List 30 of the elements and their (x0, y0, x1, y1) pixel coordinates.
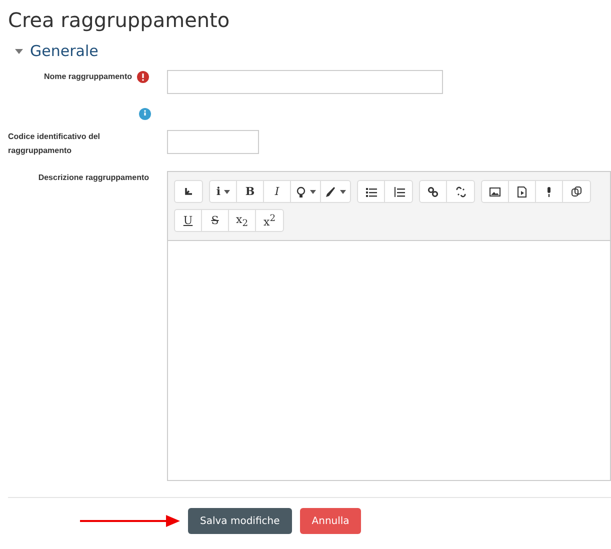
format-button[interactable]: B (237, 181, 264, 202)
copy-icon (570, 186, 582, 198)
format-button[interactable]: I (264, 181, 291, 202)
action-button[interactable]: Salva modifiche (188, 508, 292, 534)
link-icon (427, 186, 439, 198)
required-icon[interactable] (137, 70, 149, 83)
image-icon (489, 186, 501, 198)
format-button[interactable]: x$_{2}$ (229, 210, 256, 232)
input-field[interactable] (167, 130, 259, 154)
arrow-icon (80, 515, 180, 528)
format-button[interactable]: S (202, 210, 229, 232)
media-file-icon (516, 186, 528, 198)
format-button[interactable]: U (175, 210, 202, 232)
page-title: Crea raggruppamento (8, 8, 231, 32)
field-label: Descrizione raggruppamento (38, 172, 149, 184)
lightbulb-icon (295, 186, 307, 198)
brush-icon (325, 186, 337, 198)
text-editor[interactable]: i B I U S x$_{2}$ x$^{2}$ (167, 171, 611, 482)
format-button[interactable]: i (210, 181, 237, 202)
caret-icon[interactable] (14, 47, 24, 55)
bullet-list-icon (365, 186, 377, 198)
numbered-list-icon (392, 186, 404, 198)
input-field[interactable] (167, 70, 443, 94)
help-icon[interactable] (139, 108, 151, 120)
section-title[interactable]: Generale (30, 42, 98, 60)
field-label: Nome raggruppamento (44, 71, 132, 83)
format-button[interactable]: x$^{2}$ (256, 210, 283, 232)
field-label: Codice identificativo del raggruppamento (8, 131, 102, 157)
unlink-icon (454, 186, 466, 198)
action-button[interactable]: Annulla (300, 508, 362, 534)
